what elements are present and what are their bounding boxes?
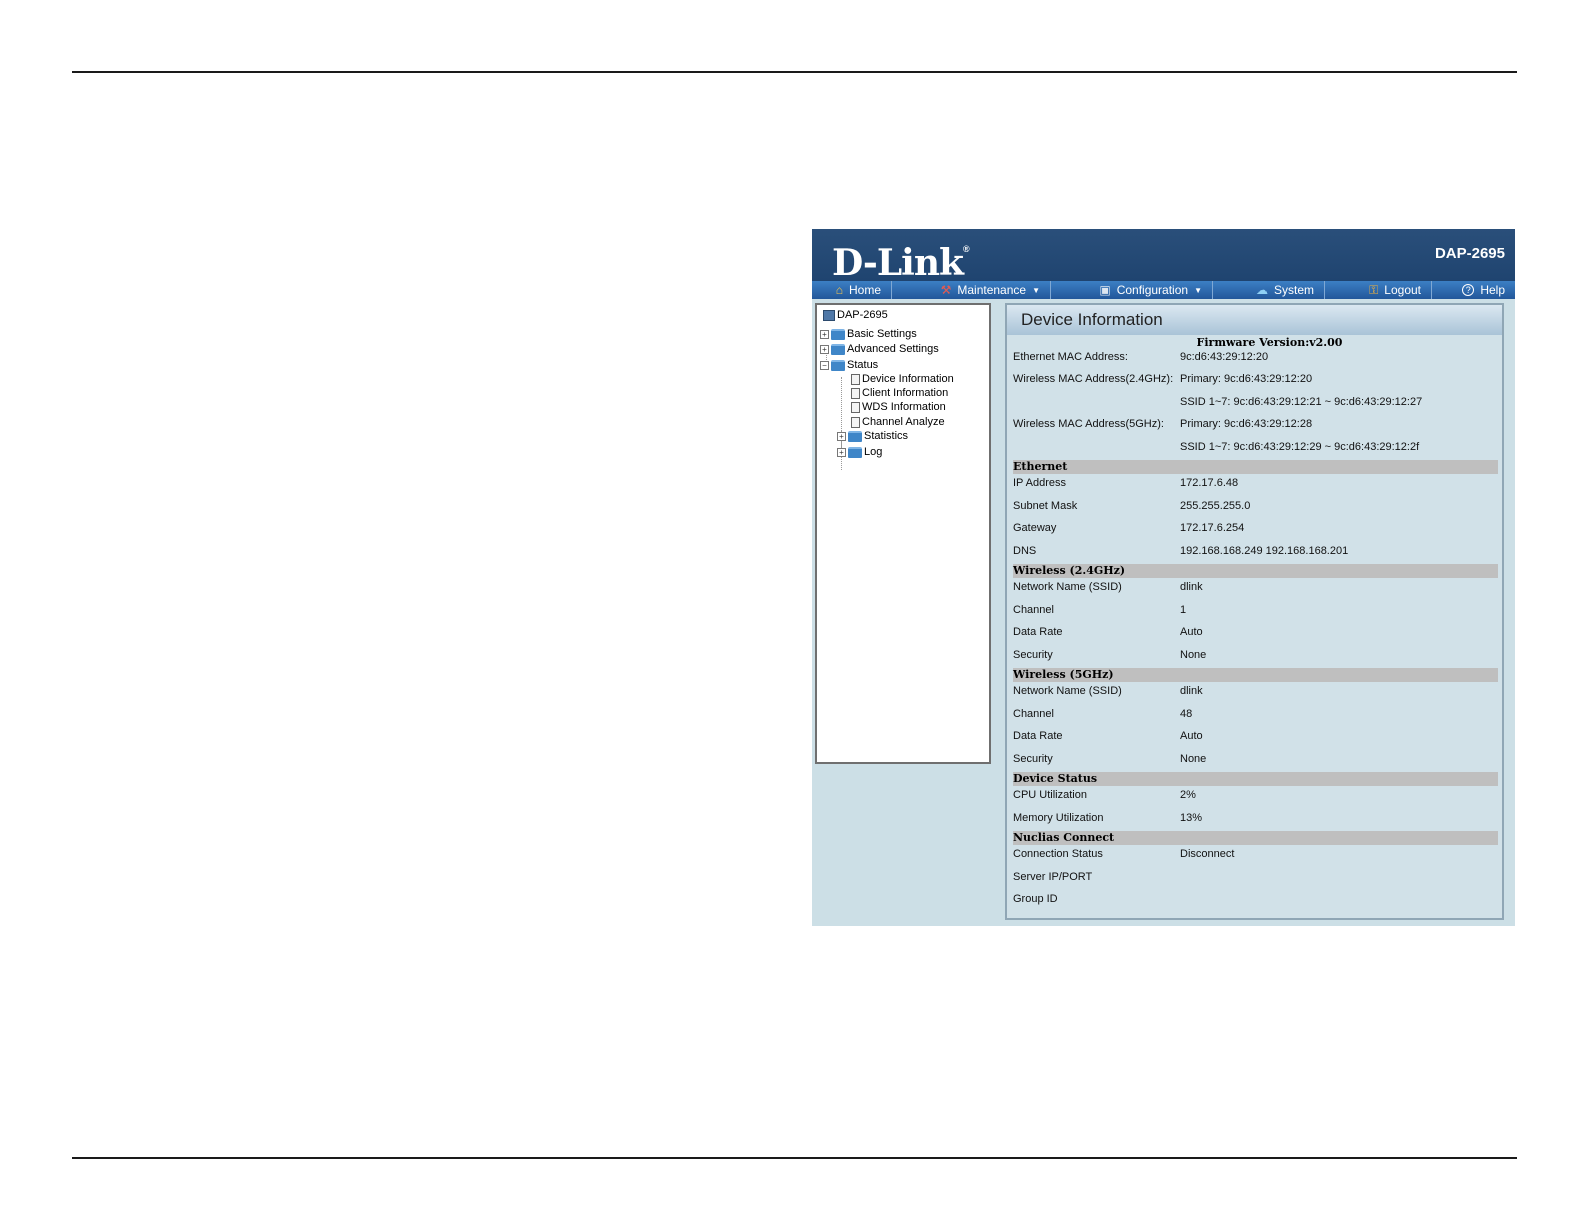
help-icon: ?: [1462, 284, 1475, 296]
section-nuclias-connect: Nuclias Connect: [1013, 831, 1498, 845]
firmware-version: Firmware Version:v2.00: [1196, 336, 1343, 349]
tree-status[interactable]: − Status: [820, 359, 878, 371]
menu-home[interactable]: ⌂ Home: [812, 281, 892, 299]
info-row: IP Address 172.17.6.48: [1013, 477, 1239, 489]
collapse-icon: −: [820, 360, 829, 370]
info-row: Channel 1: [1013, 604, 1187, 616]
expand-icon: +: [820, 344, 829, 354]
page-icon: [851, 416, 860, 428]
web-ui-screenshot: D-Link® DAP-2695 ⌂ Home ⚒ Maintenance ▼ …: [812, 229, 1515, 926]
menu-help[interactable]: ? Help: [1432, 281, 1515, 299]
info-row: Group ID: [1013, 893, 1058, 905]
tree-wds-information[interactable]: WDS Information: [851, 401, 946, 413]
menu-logout[interactable]: ⚿ Logout: [1325, 281, 1432, 299]
info-row: Network Name (SSID) dlink: [1013, 685, 1203, 697]
folder-icon: [831, 328, 845, 340]
info-row: Wireless MAC Address(5GHz): Primary: 9c:d…: [1013, 418, 1313, 430]
folder-icon: [848, 446, 862, 458]
expand-icon: +: [820, 329, 829, 339]
info-row: Network Name (SSID) dlink: [1013, 581, 1203, 593]
info-row: Ethernet MAC Address: 9c:d6:43:29:12:20: [1013, 351, 1269, 363]
header-banner: D-Link® DAP-2695: [812, 229, 1515, 281]
tree-statistics[interactable]: + Statistics: [837, 430, 908, 442]
menu-maintenance[interactable]: ⚒ Maintenance ▼: [892, 281, 1051, 299]
tree-advanced-settings[interactable]: + Advanced Settings: [820, 343, 939, 355]
info-row: Security None: [1013, 649, 1207, 661]
info-row: Wireless MAC Address(2.4GHz): Primary: 9c…: [1013, 373, 1313, 385]
tree-root[interactable]: DAP-2695: [823, 309, 888, 321]
tree-channel-analyze[interactable]: Channel Analyze: [851, 416, 945, 428]
dlink-logo: D-Link®: [832, 242, 970, 284]
folder-icon: [848, 430, 862, 442]
home-icon: ⌂: [835, 283, 843, 297]
tools-icon: ⚒: [940, 283, 952, 297]
model-name: DAP-2695: [1434, 245, 1505, 262]
key-icon: ⚿: [1369, 283, 1379, 297]
info-row: Memory Utilization 13%: [1013, 812, 1203, 824]
section-device-status: Device Status: [1013, 772, 1498, 786]
top-menu-bar: ⌂ Home ⚒ Maintenance ▼ ▣ Configuration ▼…: [812, 281, 1515, 299]
system-icon: ☁: [1255, 283, 1268, 297]
page-icon: [851, 401, 860, 413]
tree-basic-settings[interactable]: + Basic Settings: [820, 328, 917, 340]
section-wireless-24ghz: Wireless (2.4GHz): [1013, 564, 1498, 578]
info-row: Data Rate Auto: [1013, 730, 1203, 742]
folder-icon: [831, 343, 845, 355]
info-row: Channel 48: [1013, 708, 1193, 720]
disk-icon: ▣: [1099, 283, 1111, 297]
section-wireless-5ghz: Wireless (5GHz): [1013, 668, 1498, 682]
page-bottom-rule: [72, 1157, 1517, 1159]
panel-title: Device Information: [1007, 305, 1502, 335]
menu-configuration[interactable]: ▣ Configuration ▼: [1051, 281, 1213, 299]
chevron-down-icon: ▼: [1032, 285, 1040, 295]
page-icon: [851, 373, 860, 385]
page-top-rule: [72, 71, 1517, 73]
tree-client-information[interactable]: Client Information: [851, 387, 948, 399]
section-ethernet: Ethernet: [1013, 460, 1498, 474]
info-row: SSID 1~7: 9c:d6:43:29:12:21 ~ 9c:d6:43:2…: [1180, 396, 1423, 408]
info-row: Gateway 172.17.6.254: [1013, 522, 1245, 534]
chevron-down-icon: ▼: [1194, 285, 1202, 295]
device-information-panel: Device Information Firmware Version:v2.0…: [1005, 303, 1504, 920]
info-row: SSID 1~7: 9c:d6:43:29:12:29 ~ 9c:d6:43:2…: [1180, 441, 1420, 453]
info-row: CPU Utilization 2%: [1013, 789, 1196, 801]
expand-icon: +: [837, 431, 846, 441]
info-row: Server IP/PORT: [1013, 871, 1093, 883]
tree-log[interactable]: + Log: [837, 446, 882, 458]
tree-device-information[interactable]: Device Information: [851, 373, 954, 385]
info-row: Security None: [1013, 753, 1207, 765]
expand-icon: +: [837, 447, 846, 457]
info-row: Connection Status Disconnect: [1013, 848, 1235, 860]
computer-icon: [823, 309, 835, 321]
info-row: Subnet Mask 255.255.255.0: [1013, 500, 1251, 512]
folder-open-icon: [831, 359, 845, 371]
info-row: DNS 192.168.168.249 192.168.168.201: [1013, 545, 1349, 557]
menu-system[interactable]: ☁ System: [1213, 281, 1325, 299]
page-icon: [851, 387, 860, 399]
navigation-tree: DAP-2695 + Basic Settings + Advanced Set…: [815, 303, 991, 764]
info-row: Data Rate Auto: [1013, 626, 1203, 638]
